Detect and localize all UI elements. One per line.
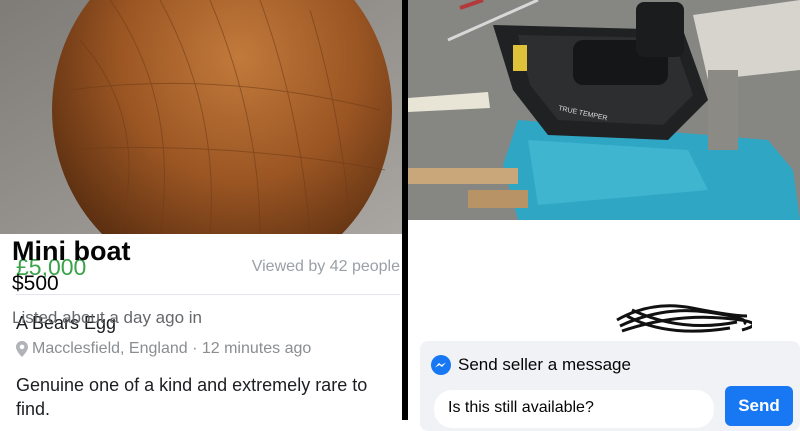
divider-line — [16, 294, 400, 295]
send-button[interactable]: Send — [725, 386, 793, 426]
location-text: Macclesfield, England · 12 minutes ago — [32, 340, 312, 357]
mini-boat-photo[interactable]: TRUE TEMPER — [408, 0, 800, 220]
message-seller-header: Send seller a message — [430, 354, 631, 376]
message-input[interactable]: Is this still available? — [434, 390, 714, 428]
coconut-photo[interactable] — [0, 0, 402, 234]
map-pin-icon — [16, 341, 28, 357]
listed-time: Listed about a day ago in — [12, 308, 202, 327]
message-input-value: Is this still available? — [448, 399, 594, 416]
messenger-icon — [431, 355, 451, 375]
boat-listing-price: $500 — [12, 272, 59, 295]
boat-listing-title[interactable]: Mini boat — [12, 236, 130, 267]
listing-location: Macclesfield, England · 12 minutes ago — [16, 340, 311, 358]
view-count: Viewed by 42 people — [251, 258, 400, 275]
left-listing-panel: £5,000 Viewed by 42 people A Bears Egg M… — [0, 0, 402, 420]
listing-description: Genuine one of a kind and extremely rare… — [16, 375, 368, 419]
message-seller-label: Send seller a message — [458, 355, 631, 374]
redaction-scribble — [616, 304, 752, 333]
